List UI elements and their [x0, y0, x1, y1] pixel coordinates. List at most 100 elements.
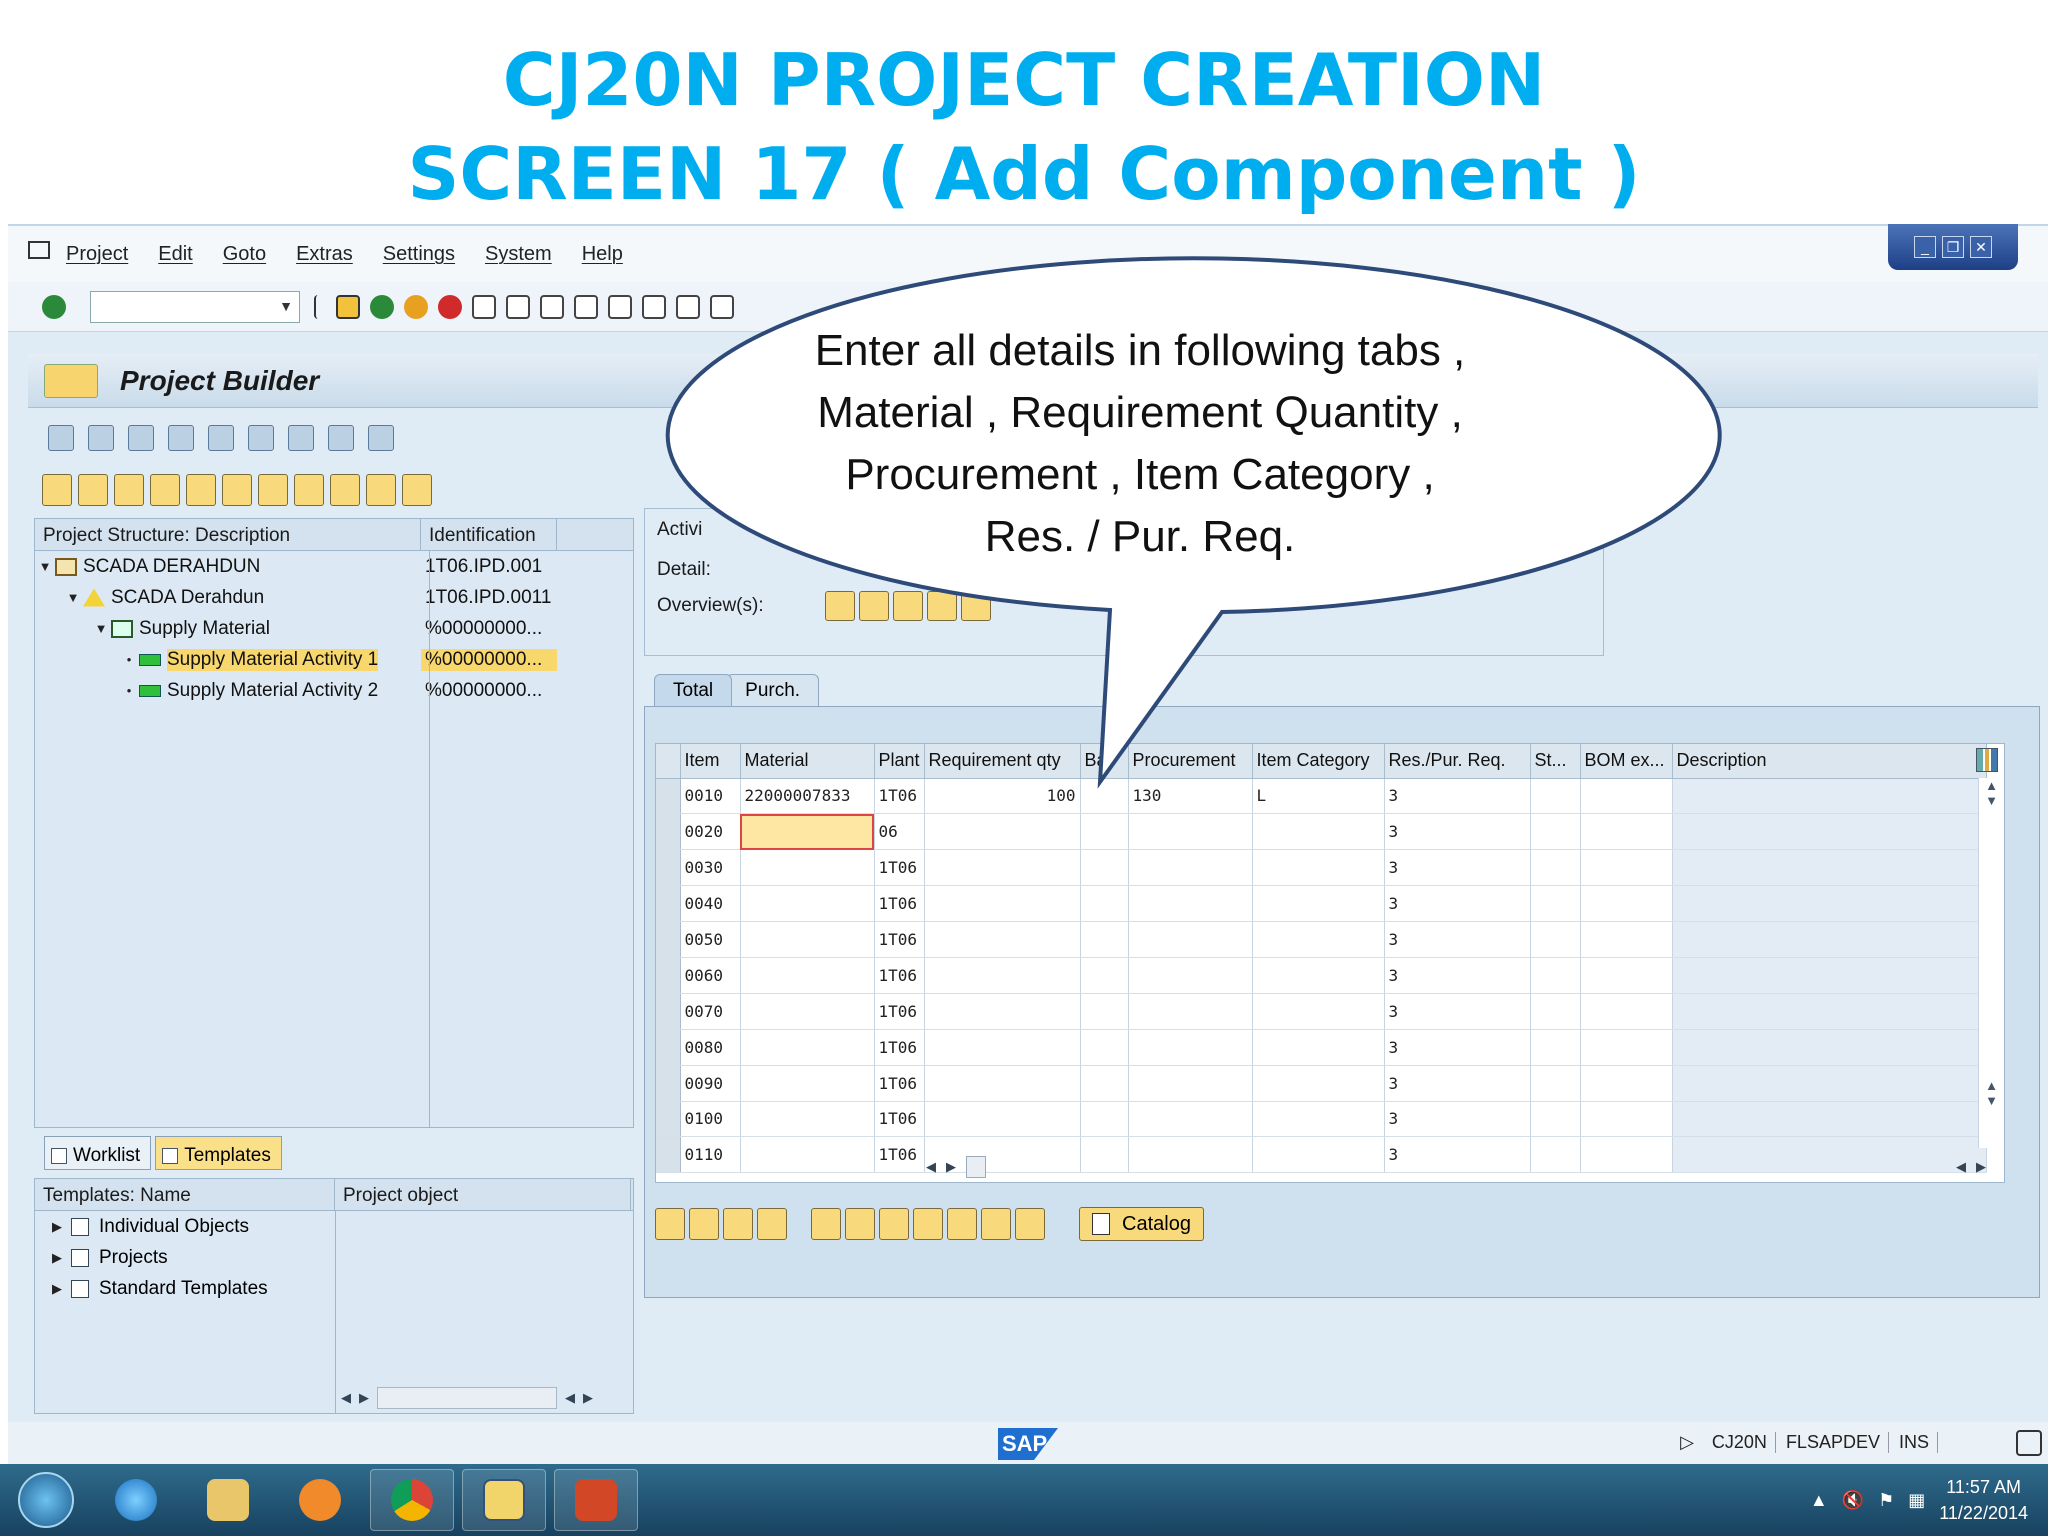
cell-item[interactable]: 0040: [680, 885, 741, 923]
tray-expand-icon[interactable]: ▲: [1810, 1490, 1828, 1511]
volume-icon[interactable]: 🔇: [1842, 1490, 1864, 1511]
cell-bom-explosion[interactable]: [1580, 885, 1673, 923]
scroll-right-icon[interactable]: ▶: [1976, 1159, 1986, 1175]
cell-status[interactable]: [1530, 1065, 1581, 1102]
cell-item[interactable]: 0010: [680, 778, 741, 815]
taskbar-chrome-icon[interactable]: [370, 1469, 454, 1531]
project-builder-menu-icon[interactable]: [44, 363, 98, 398]
col-procurement[interactable]: Procurement: [1128, 744, 1253, 779]
overview-activity-icon[interactable]: [825, 591, 855, 621]
col-material[interactable]: Material: [740, 744, 875, 779]
col-item-category[interactable]: Item Category: [1252, 744, 1385, 779]
cell-plant[interactable]: 1T06: [874, 957, 925, 994]
cell-status[interactable]: [1530, 813, 1581, 851]
tree-row[interactable]: ▼ Supply Material %00000000...: [35, 613, 633, 644]
scroll-up-icon[interactable]: ▲: [1979, 778, 2004, 793]
flag-icon[interactable]: ⚑: [1878, 1490, 1894, 1511]
cell-item[interactable]: 0050: [680, 921, 741, 958]
cell-procurement[interactable]: [1128, 1101, 1253, 1138]
tree-col-description[interactable]: Project Structure: Description: [35, 519, 421, 550]
cancel-icon[interactable]: [438, 294, 462, 319]
network-icon[interactable]: ▦: [1908, 1490, 1925, 1511]
templates-col-object[interactable]: Project object: [335, 1179, 631, 1210]
structure-icon[interactable]: [811, 1208, 841, 1240]
cell-requirement-qty[interactable]: [924, 957, 1081, 994]
cell-res-pur-req[interactable]: 3: [1384, 993, 1531, 1030]
hierarchy-icon[interactable]: [168, 425, 194, 451]
cell-material[interactable]: [740, 1101, 875, 1138]
cell-item[interactable]: 0030: [680, 849, 741, 887]
cell-material[interactable]: [740, 957, 875, 994]
cell-requirement-qty[interactable]: [924, 921, 1081, 958]
table-row[interactable]: 0040 1T06 3: [656, 885, 1987, 923]
table-row[interactable]: 0010 22000007833 1T06 100 130 L 3: [656, 778, 1987, 815]
expand-triangle-icon[interactable]: ▼: [63, 590, 83, 605]
collapsed-triangle-icon[interactable]: ▶: [49, 1219, 65, 1235]
collapsed-triangle-icon[interactable]: ▶: [49, 1281, 65, 1297]
cell-requirement-qty[interactable]: [924, 993, 1081, 1030]
cell-base-unit[interactable]: [1080, 885, 1129, 923]
next-page-icon[interactable]: [642, 294, 666, 319]
col-requirement-qty[interactable]: Requirement qty: [924, 744, 1081, 779]
templates-col-name[interactable]: Templates: Name: [35, 1179, 335, 1210]
scroll-down-icon[interactable]: ▼: [1979, 1093, 2004, 1108]
col-description[interactable]: Description: [1672, 744, 1987, 779]
cell-description[interactable]: [1672, 778, 1987, 815]
cell-plant[interactable]: 1T06: [874, 993, 925, 1030]
cell-plant[interactable]: 1T06: [874, 778, 925, 815]
find-next-icon[interactable]: [540, 294, 564, 319]
cell-status[interactable]: [1530, 778, 1581, 815]
cell-requirement-qty[interactable]: [924, 813, 1081, 851]
overview-component-icon[interactable]: [859, 591, 889, 621]
insert-icon[interactable]: [88, 425, 114, 451]
cell-requirement-qty[interactable]: 100: [924, 778, 1081, 815]
save-icon[interactable]: [336, 294, 360, 319]
list-icon[interactable]: [288, 425, 314, 451]
cell-status[interactable]: [1530, 957, 1581, 994]
undo-icon[interactable]: [222, 474, 252, 506]
structure-icon[interactable]: [208, 425, 234, 451]
col-item[interactable]: Item: [680, 744, 741, 779]
cell-procurement[interactable]: [1128, 921, 1253, 958]
cell-requirement-qty[interactable]: [924, 1029, 1081, 1066]
col-status[interactable]: St...: [1530, 744, 1581, 779]
cell-res-pur-req[interactable]: 3: [1384, 778, 1531, 815]
cell-status[interactable]: [1530, 993, 1581, 1030]
delete-icon[interactable]: [258, 474, 288, 506]
status-transaction[interactable]: CJ20N: [1712, 1432, 1776, 1453]
row-selector[interactable]: [656, 1101, 681, 1138]
network-icon[interactable]: [248, 425, 274, 451]
cell-item-category[interactable]: [1252, 813, 1385, 851]
cell-material[interactable]: [740, 885, 875, 923]
cell-description[interactable]: [1672, 885, 1987, 923]
cell-material[interactable]: [740, 849, 875, 887]
cell-plant[interactable]: 1T06: [874, 1136, 925, 1174]
tree-row[interactable]: • Supply Material Activity 2 %00000000...: [35, 675, 633, 706]
tab-purch[interactable]: Purch.: [726, 674, 820, 706]
cell-res-pur-req[interactable]: 3: [1384, 1029, 1531, 1066]
expand-triangle-icon[interactable]: ▼: [91, 621, 111, 636]
cell-description[interactable]: [1672, 957, 1987, 994]
back-icon[interactable]: [370, 294, 394, 319]
cell-item[interactable]: 0020: [680, 813, 741, 851]
cell-item[interactable]: 0110: [680, 1136, 741, 1174]
table-row[interactable]: 0050 1T06 3: [656, 921, 1987, 958]
cell-procurement[interactable]: [1128, 957, 1253, 994]
cell-description[interactable]: [1672, 993, 1987, 1030]
enter-icon[interactable]: [42, 294, 66, 319]
table-row[interactable]: 0020 06 3: [656, 813, 1987, 851]
cell-plant[interactable]: 1T06: [874, 921, 925, 958]
cell-bom-explosion[interactable]: [1580, 1029, 1673, 1066]
new-session-icon[interactable]: [710, 294, 734, 319]
cell-description[interactable]: [1672, 1029, 1987, 1066]
cell-procurement[interactable]: [1128, 993, 1253, 1030]
cell-item-category[interactable]: [1252, 1065, 1385, 1102]
collapse-icon[interactable]: [402, 474, 432, 506]
minimize-icon[interactable]: _: [1914, 236, 1936, 258]
tree-row-selected[interactable]: • Supply Material Activity 1 %00000000...: [35, 644, 633, 675]
table-row[interactable]: 0090 1T06 3: [656, 1065, 1987, 1102]
tab-templates[interactable]: Templates: [155, 1136, 282, 1170]
cell-item-category[interactable]: [1252, 849, 1385, 887]
taskbar-powerpoint-icon[interactable]: [554, 1469, 638, 1531]
scroll-track[interactable]: [377, 1387, 557, 1409]
